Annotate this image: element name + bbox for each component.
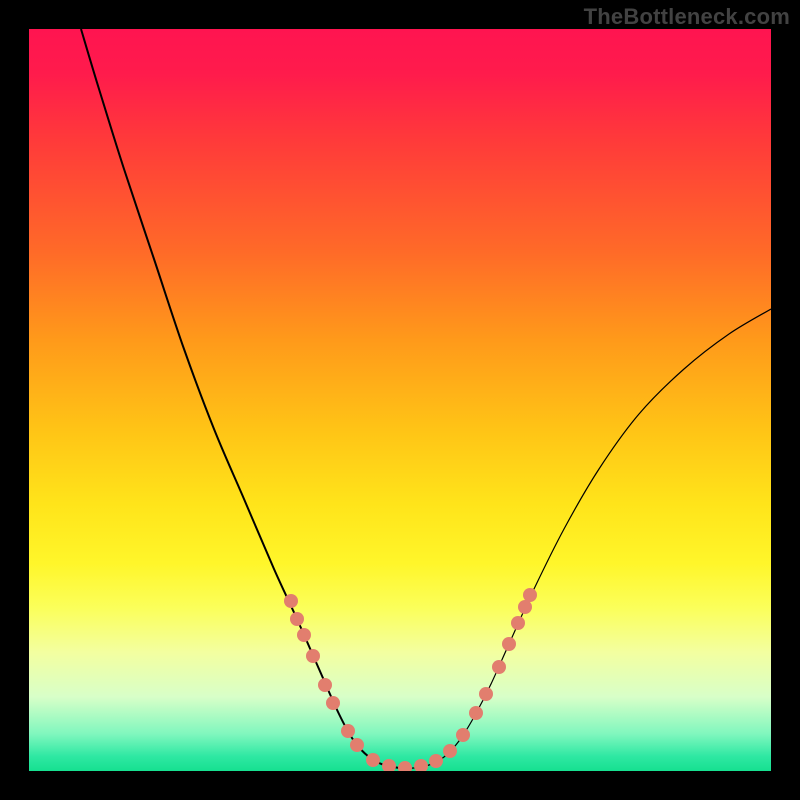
curve-markers: [29, 29, 771, 771]
curve-marker: [318, 678, 332, 692]
curve-marker: [414, 759, 428, 771]
curve-marker: [341, 724, 355, 738]
curve-marker: [479, 687, 493, 701]
curve-marker: [306, 649, 320, 663]
curve-marker: [518, 600, 532, 614]
curve-marker: [429, 754, 443, 768]
watermark-text: TheBottleneck.com: [584, 4, 790, 30]
curve-marker: [366, 753, 380, 767]
curve-marker: [456, 728, 470, 742]
curve-marker: [290, 612, 304, 626]
plot-area: [29, 29, 771, 771]
chart-frame: TheBottleneck.com: [0, 0, 800, 800]
curve-marker: [284, 594, 298, 608]
curve-marker: [511, 616, 525, 630]
curve-marker: [492, 660, 506, 674]
curve-marker: [502, 637, 516, 651]
curve-marker: [523, 588, 537, 602]
curve-marker: [297, 628, 311, 642]
curve-marker: [469, 706, 483, 720]
curve-marker: [382, 759, 396, 771]
curve-marker: [398, 761, 412, 771]
curve-marker: [326, 696, 340, 710]
curve-marker: [350, 738, 364, 752]
curve-marker: [443, 744, 457, 758]
